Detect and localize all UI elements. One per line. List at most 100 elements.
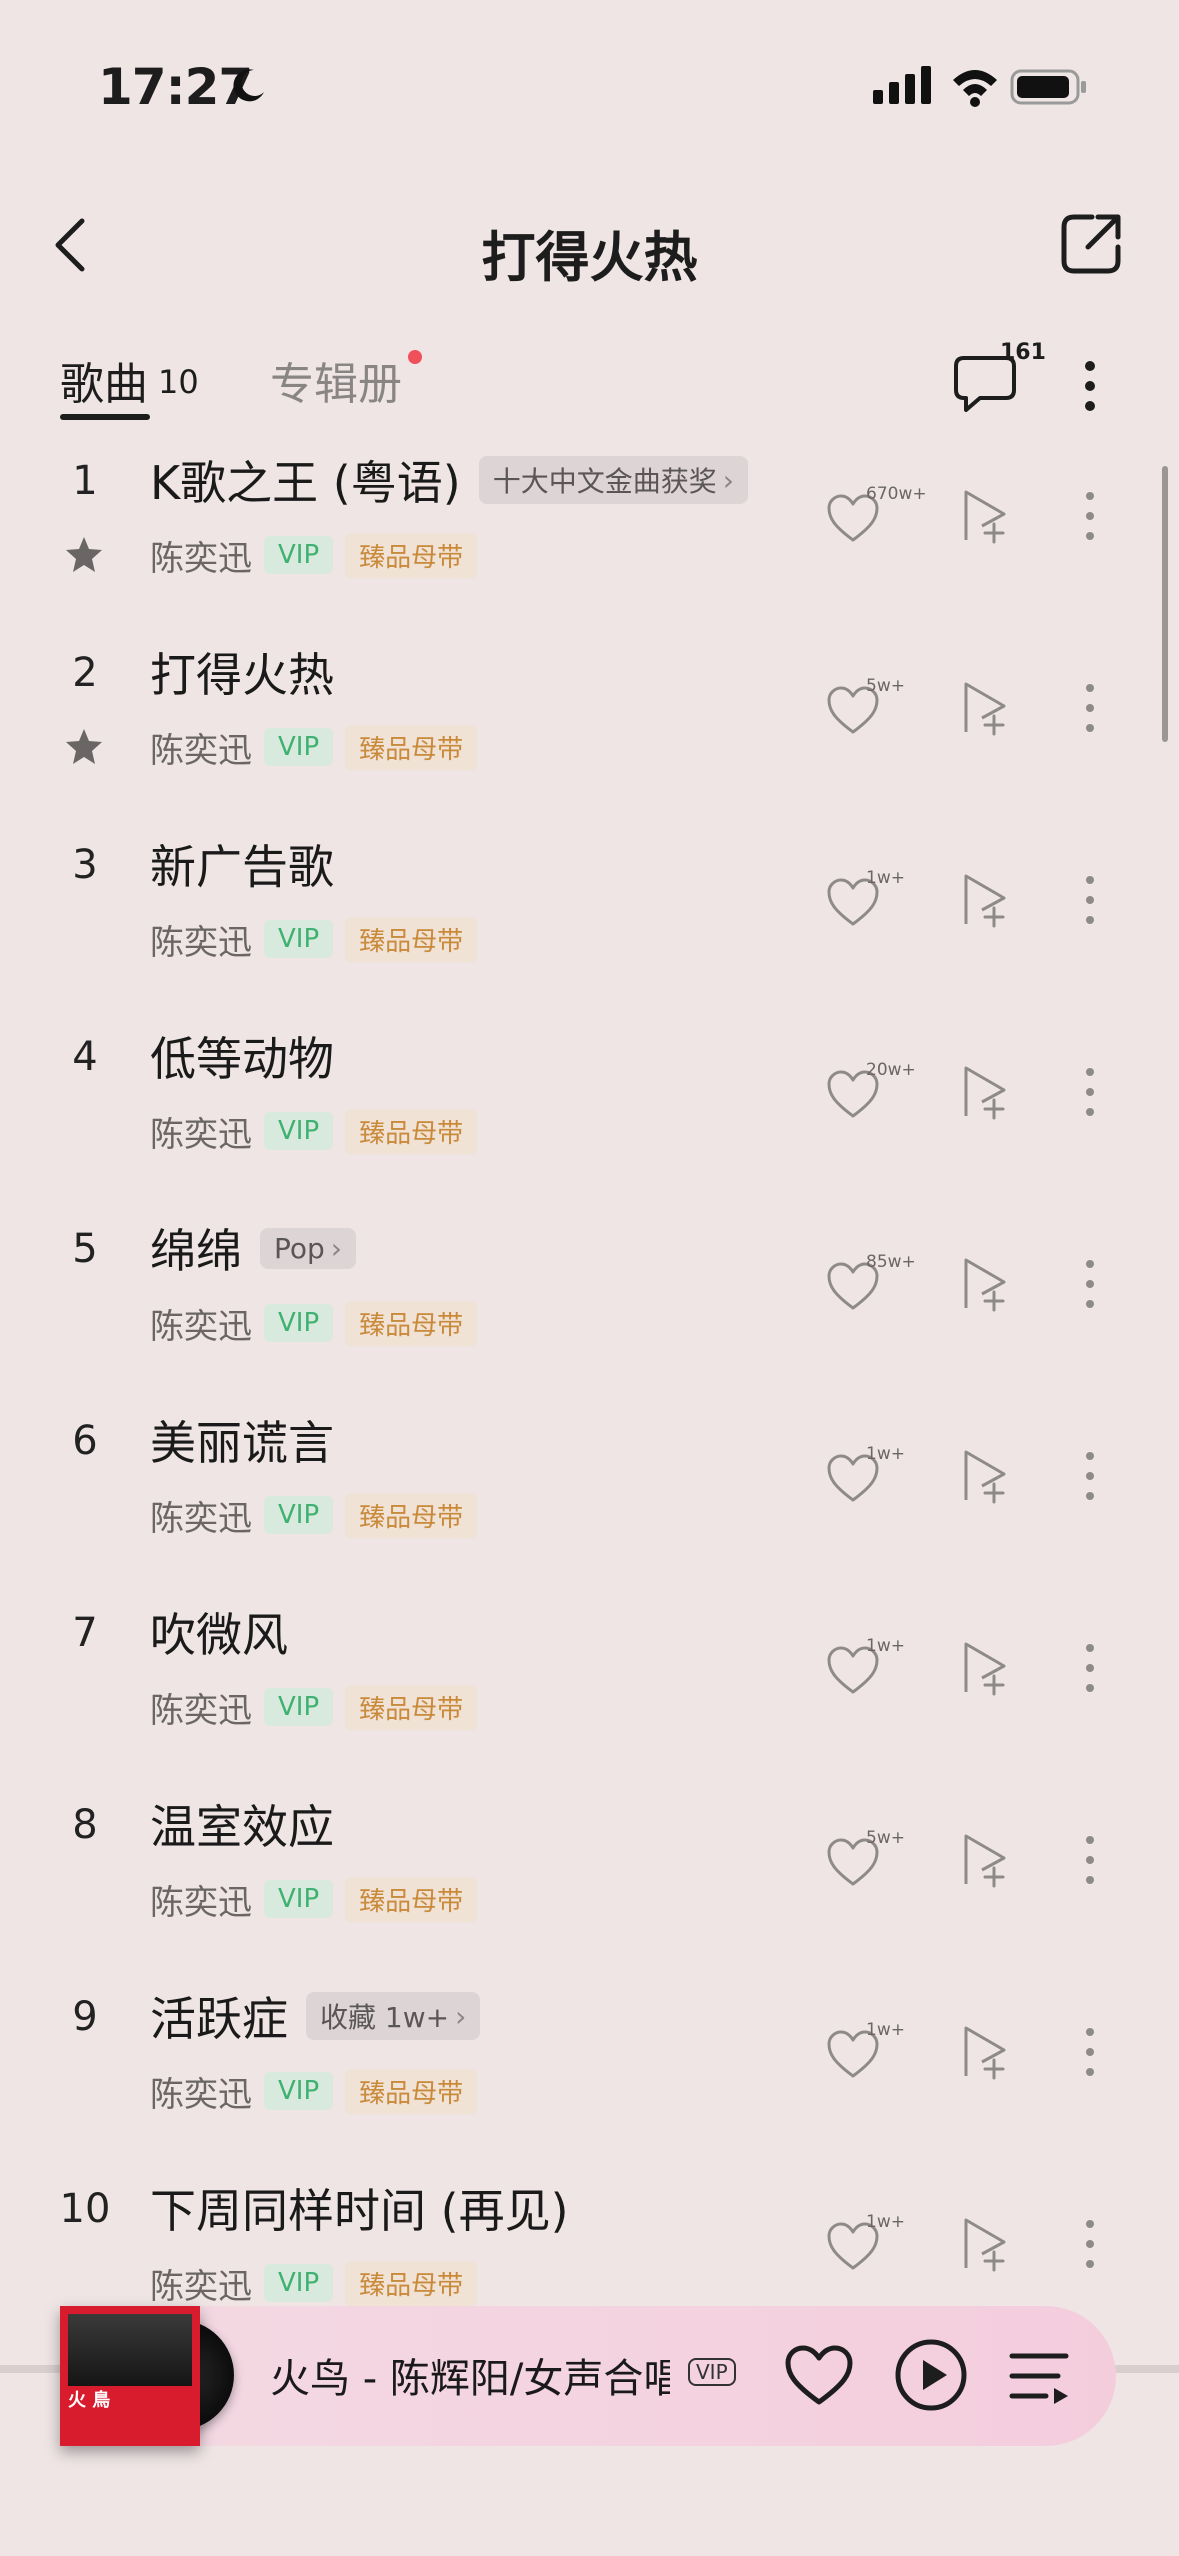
song-tag[interactable]: 收藏 1w+ › <box>306 1992 481 2040</box>
vip-badge: VIP <box>264 2072 334 2110</box>
song-row[interactable]: 5 绵绵 Pop › 陈奕迅 VIP 臻品母带 85w+ <box>0 1208 1179 1400</box>
artist-name: 陈奕迅 <box>150 1114 252 1155</box>
artist-name: 陈奕迅 <box>150 1498 252 1539</box>
row-more-icon[interactable] <box>1080 678 1100 738</box>
cover-title: 火 鳥 <box>68 2390 111 2411</box>
song-row[interactable]: 9 活跃症 收藏 1w+ › 陈奕迅 VIP 臻品母带 1w+ <box>0 1976 1179 2168</box>
quality-badge: 臻品母带 <box>345 1300 478 1346</box>
song-meta: 陈奕迅 VIP 臻品母带 <box>150 1298 478 1348</box>
song-title-line: 低等动物 <box>150 1016 334 1096</box>
artist-name: 陈奕迅 <box>150 538 252 579</box>
tab-songs[interactable]: 歌曲 10 <box>60 348 199 412</box>
like-count: 85w+ <box>866 1252 916 1272</box>
row-more-icon[interactable] <box>1080 1254 1100 1314</box>
like-count: 1w+ <box>866 1636 905 1656</box>
song-row[interactable]: 3 新广告歌陈奕迅 VIP 臻品母带 1w+ <box>0 824 1179 1016</box>
song-meta: 陈奕迅 VIP 臻品母带 <box>150 530 478 580</box>
vip-badge: VIP <box>264 728 334 766</box>
status-bar: 17:27 <box>0 0 1179 170</box>
row-more-icon[interactable] <box>1080 870 1100 930</box>
song-row[interactable]: 8 温室效应 陈奕迅 VIP 臻品母带 5w+ <box>0 1784 1179 1976</box>
track-number: 8 <box>72 1802 98 1848</box>
battery-icon <box>1010 69 1086 105</box>
row-more-icon[interactable] <box>1080 1062 1100 1122</box>
song-meta: 陈奕迅 VIP 臻品母带 <box>150 1682 478 1732</box>
song-row[interactable]: 4 低等动物 陈奕迅 VIP 臻品母带 20w+ <box>0 1016 1179 1208</box>
add-to-playlist-icon[interactable] <box>960 2216 1010 2272</box>
row-more-icon[interactable] <box>1080 1830 1100 1890</box>
play-icon[interactable] <box>894 2338 968 2412</box>
track-number: 1 <box>72 458 98 504</box>
song-meta: 陈奕迅 VIP 臻品母带 <box>150 1490 478 1540</box>
artist-name: 陈奕迅 <box>150 1882 252 1923</box>
now-playing-title[interactable]: 火鸟 - 陈辉阳/女声合唱团 <box>270 2346 670 2404</box>
scrollbar[interactable] <box>1162 466 1168 742</box>
like-count: 5w+ <box>866 1828 905 1848</box>
song-title-line: 打得火热 <box>150 632 334 712</box>
vip-badge: VIP <box>264 1304 334 1342</box>
add-to-playlist-icon[interactable] <box>960 872 1010 928</box>
tab-album[interactable]: 专辑册 <box>270 348 402 412</box>
song-title-line: 新广告歌 <box>150 824 334 904</box>
song-row[interactable]: 2 打得火热 陈奕迅 VIP 臻品母带 5w+ <box>0 632 1179 824</box>
song-meta: 陈奕迅 VIP 臻品母带 <box>150 2066 478 2116</box>
add-to-playlist-icon[interactable] <box>960 2024 1010 2080</box>
track-number: 3 <box>72 842 98 888</box>
song-row[interactable]: 1 K歌之王 (粤语) 十大中文金曲获奖 › 陈奕迅 VIP 臻品母带 670w+ <box>0 440 1179 632</box>
add-to-playlist-icon[interactable] <box>960 1640 1010 1696</box>
song-title: 温室效应 <box>150 1800 334 1854</box>
row-more-icon[interactable] <box>1080 1446 1100 1506</box>
vip-badge: VIP <box>264 1112 334 1150</box>
vip-badge: VIP <box>264 1880 334 1918</box>
song-title-line: 下周同样时间 (再见) <box>150 2168 569 2248</box>
track-number: 10 <box>59 2186 111 2232</box>
row-more-icon[interactable] <box>1080 1638 1100 1698</box>
now-playing-vip-badge: VIP <box>688 2358 736 2386</box>
artist-name: 陈奕迅 <box>150 2074 252 2115</box>
song-meta: 陈奕迅 VIP 臻品母带 <box>150 914 478 964</box>
album-cover[interactable]: 火 鳥 <box>60 2306 200 2446</box>
tab-songs-label: 歌曲 <box>60 359 148 410</box>
song-row[interactable]: 6 美丽谎言 陈奕迅 VIP 臻品母带 1w+ <box>0 1400 1179 1592</box>
share-icon[interactable] <box>1056 209 1126 279</box>
cover-photo <box>68 2314 192 2386</box>
more-icon[interactable] <box>1080 356 1100 416</box>
chevron-right-icon: › <box>330 1231 342 1265</box>
song-meta: 陈奕迅 VIP 臻品母带 <box>150 1874 478 1924</box>
artist-name: 陈奕迅 <box>150 1690 252 1731</box>
artist-name: 陈奕迅 <box>150 2266 252 2307</box>
like-count: 670w+ <box>866 484 927 504</box>
track-number: 6 <box>72 1418 98 1464</box>
vip-badge: VIP <box>264 536 334 574</box>
quality-badge: 臻品母带 <box>345 724 478 770</box>
add-to-playlist-icon[interactable] <box>960 1064 1010 1120</box>
song-title-line: 美丽谎言 <box>150 1400 334 1480</box>
add-to-playlist-icon[interactable] <box>960 1448 1010 1504</box>
add-to-playlist-icon[interactable] <box>960 1832 1010 1888</box>
quality-badge: 臻品母带 <box>345 1684 478 1730</box>
song-tag[interactable]: Pop › <box>260 1227 356 1269</box>
like-count: 5w+ <box>866 676 905 696</box>
track-number: 7 <box>72 1610 98 1656</box>
song-row[interactable]: 7 吹微风 陈奕迅 VIP 臻品母带 1w+ <box>0 1592 1179 1784</box>
row-more-icon[interactable] <box>1080 2022 1100 2082</box>
add-to-playlist-icon[interactable] <box>960 680 1010 736</box>
add-to-playlist-icon[interactable] <box>960 1256 1010 1312</box>
song-tag-label: Pop <box>274 1231 325 1265</box>
vip-badge: VIP <box>264 1688 334 1726</box>
chevron-right-icon: › <box>722 463 734 497</box>
chevron-right-icon: › <box>455 1999 467 2033</box>
song-title: 活跃症 <box>150 1992 288 2046</box>
song-title-line: 温室效应 <box>150 1784 334 1864</box>
like-count: 1w+ <box>866 2020 905 2040</box>
heart-icon[interactable] <box>784 2344 854 2408</box>
like-count: 1w+ <box>866 868 905 888</box>
comment-count: 161 <box>1000 340 1046 365</box>
row-more-icon[interactable] <box>1080 2214 1100 2274</box>
add-to-playlist-icon[interactable] <box>960 488 1010 544</box>
song-tag[interactable]: 十大中文金曲获奖 › <box>478 456 748 504</box>
row-more-icon[interactable] <box>1080 486 1100 546</box>
playlist-queue-icon[interactable] <box>1008 2348 1070 2404</box>
song-title: 打得火热 <box>150 648 334 702</box>
active-tab-indicator <box>60 414 150 420</box>
